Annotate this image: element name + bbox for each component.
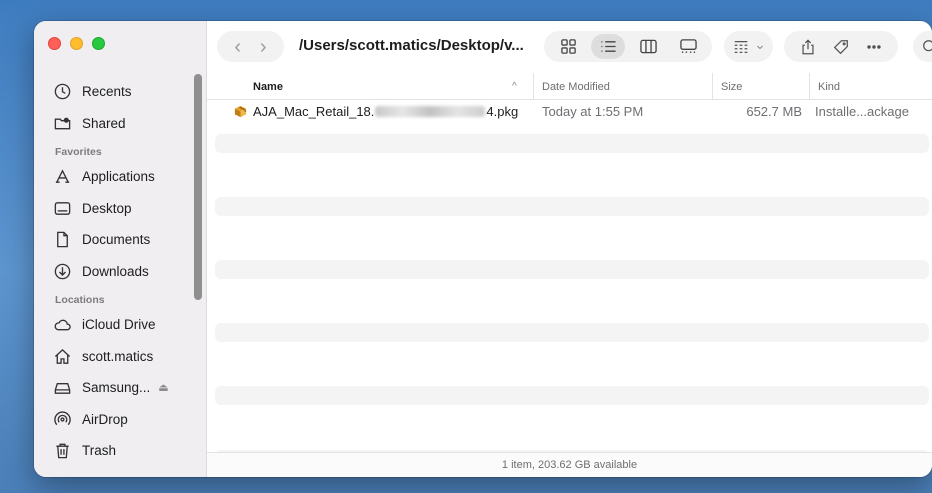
actions-group (784, 31, 898, 62)
search-button[interactable] (913, 31, 932, 62)
airdrop-icon (52, 409, 72, 429)
applications-icon (52, 167, 72, 187)
column-kind[interactable]: Kind (809, 73, 840, 100)
redacted-text (375, 106, 486, 117)
grid-icon (560, 39, 576, 54)
gallery-view-button[interactable] (671, 34, 705, 59)
sidebar-item-label: Desktop (82, 200, 132, 216)
sidebar-item-label: Shared (82, 115, 126, 131)
group-grid-icon (734, 40, 748, 53)
file-row[interactable]: AJA_Mac_Retail_18. 4.pkg Today at 1:55 PM… (215, 102, 929, 121)
finder-window: Recents Shared Favorites Applications De (34, 21, 932, 477)
column-view-button[interactable] (631, 34, 665, 59)
house-icon (52, 346, 72, 366)
gallery-icon (679, 39, 697, 53)
sidebar-item-documents[interactable]: Documents (34, 224, 207, 256)
share-icon[interactable] (799, 38, 817, 56)
columns-icon (639, 39, 657, 54)
close-button[interactable] (48, 37, 61, 50)
shared-folder-icon (52, 113, 72, 133)
empty-row (215, 165, 929, 184)
sidebar-item-label: scott.matics (82, 348, 154, 364)
empty-row (215, 133, 929, 153)
tag-icon[interactable] (832, 38, 850, 56)
column-name[interactable]: Name (253, 73, 283, 100)
file-kind: Installe...ackage (815, 104, 909, 119)
document-icon (52, 230, 72, 250)
sidebar-item-label: Samsung... (82, 380, 151, 396)
sidebar-item-label: AirDrop (82, 411, 128, 427)
view-switcher (544, 31, 712, 62)
column-size[interactable]: Size (712, 73, 742, 100)
zoom-button[interactable] (92, 37, 105, 50)
icon-view-button[interactable] (551, 34, 585, 59)
column-headers: Name ^ Date Modified Size Kind (207, 73, 932, 100)
external-drive-icon (52, 378, 72, 398)
sidebar-item-label: iCloud Drive (82, 317, 156, 333)
sidebar-list: Recents Shared Favorites Applications De (34, 76, 207, 467)
sidebar-item-label: Applications (82, 169, 155, 185)
sidebar-item-desktop[interactable]: Desktop (34, 193, 207, 225)
empty-row (215, 323, 929, 343)
search-icon (922, 39, 932, 51)
sidebar-item-trash[interactable]: Trash (34, 435, 207, 467)
sidebar-item-icloud-drive[interactable]: iCloud Drive (34, 309, 207, 341)
sidebar-item-label: Recents (82, 84, 132, 100)
trash-icon (52, 441, 72, 461)
chevron-left-icon[interactable]: ‹ (234, 37, 241, 57)
empty-row (215, 355, 929, 374)
empty-row (215, 386, 929, 406)
sidebar: Recents Shared Favorites Applications De (34, 21, 207, 477)
empty-row (215, 418, 929, 437)
column-date-modified[interactable]: Date Modified (533, 73, 610, 100)
sidebar-item-samsung[interactable]: Samsung... ⏏ (34, 372, 207, 404)
chevron-down-icon (757, 45, 763, 49)
empty-row (215, 196, 929, 216)
eject-icon[interactable]: ⏏ (158, 381, 168, 394)
sidebar-item-label: Downloads (82, 263, 149, 279)
file-name: AJA_Mac_Retail_18. 4.pkg (253, 102, 518, 121)
sidebar-item-home[interactable]: scott.matics (34, 341, 207, 373)
package-icon (233, 102, 248, 121)
navigation-group: ‹ › (217, 31, 284, 62)
sidebar-item-recents[interactable]: Recents (34, 76, 207, 108)
empty-row (215, 292, 929, 311)
chevron-right-icon[interactable]: › (260, 37, 267, 57)
file-name-prefix: AJA_Mac_Retail_18. (253, 104, 375, 119)
file-date-modified: Today at 1:55 PM (542, 104, 644, 119)
sidebar-item-applications[interactable]: Applications (34, 161, 207, 193)
file-list: AJA_Mac_Retail_18. 4.pkg Today at 1:55 PM… (215, 102, 929, 477)
toolbar: ‹ › /Users/scott.matics/Desktop/v... (207, 21, 932, 73)
clock-icon (52, 82, 72, 102)
window-title: /Users/scott.matics/Desktop/v... (299, 37, 524, 54)
desktop-icon (52, 198, 72, 218)
sidebar-item-airdrop[interactable]: AirDrop (34, 404, 207, 436)
status-bar: 1 item, 203.62 GB available (207, 452, 932, 477)
file-name-suffix: 4.pkg (486, 104, 519, 119)
list-view-button[interactable] (591, 34, 625, 59)
sidebar-item-shared[interactable]: Shared (34, 108, 207, 140)
empty-row (215, 259, 929, 279)
sidebar-item-label: Trash (82, 443, 117, 459)
sort-ascending-icon[interactable]: ^ (512, 73, 517, 100)
favorites-header: Favorites (55, 146, 102, 158)
sidebar-item-label: Documents (82, 232, 151, 248)
more-icon[interactable] (865, 38, 883, 56)
sidebar-scrollbar[interactable] (194, 74, 202, 300)
window-controls (48, 37, 105, 50)
download-icon (52, 261, 72, 281)
list-icon (600, 41, 616, 52)
group-by-button[interactable] (724, 31, 773, 62)
sidebar-item-downloads[interactable]: Downloads (34, 256, 207, 288)
cloud-icon (52, 315, 72, 335)
file-size: 652.7 MB (746, 104, 802, 119)
minimize-button[interactable] (70, 37, 83, 50)
locations-header: Locations (55, 294, 105, 306)
empty-row (215, 228, 929, 247)
